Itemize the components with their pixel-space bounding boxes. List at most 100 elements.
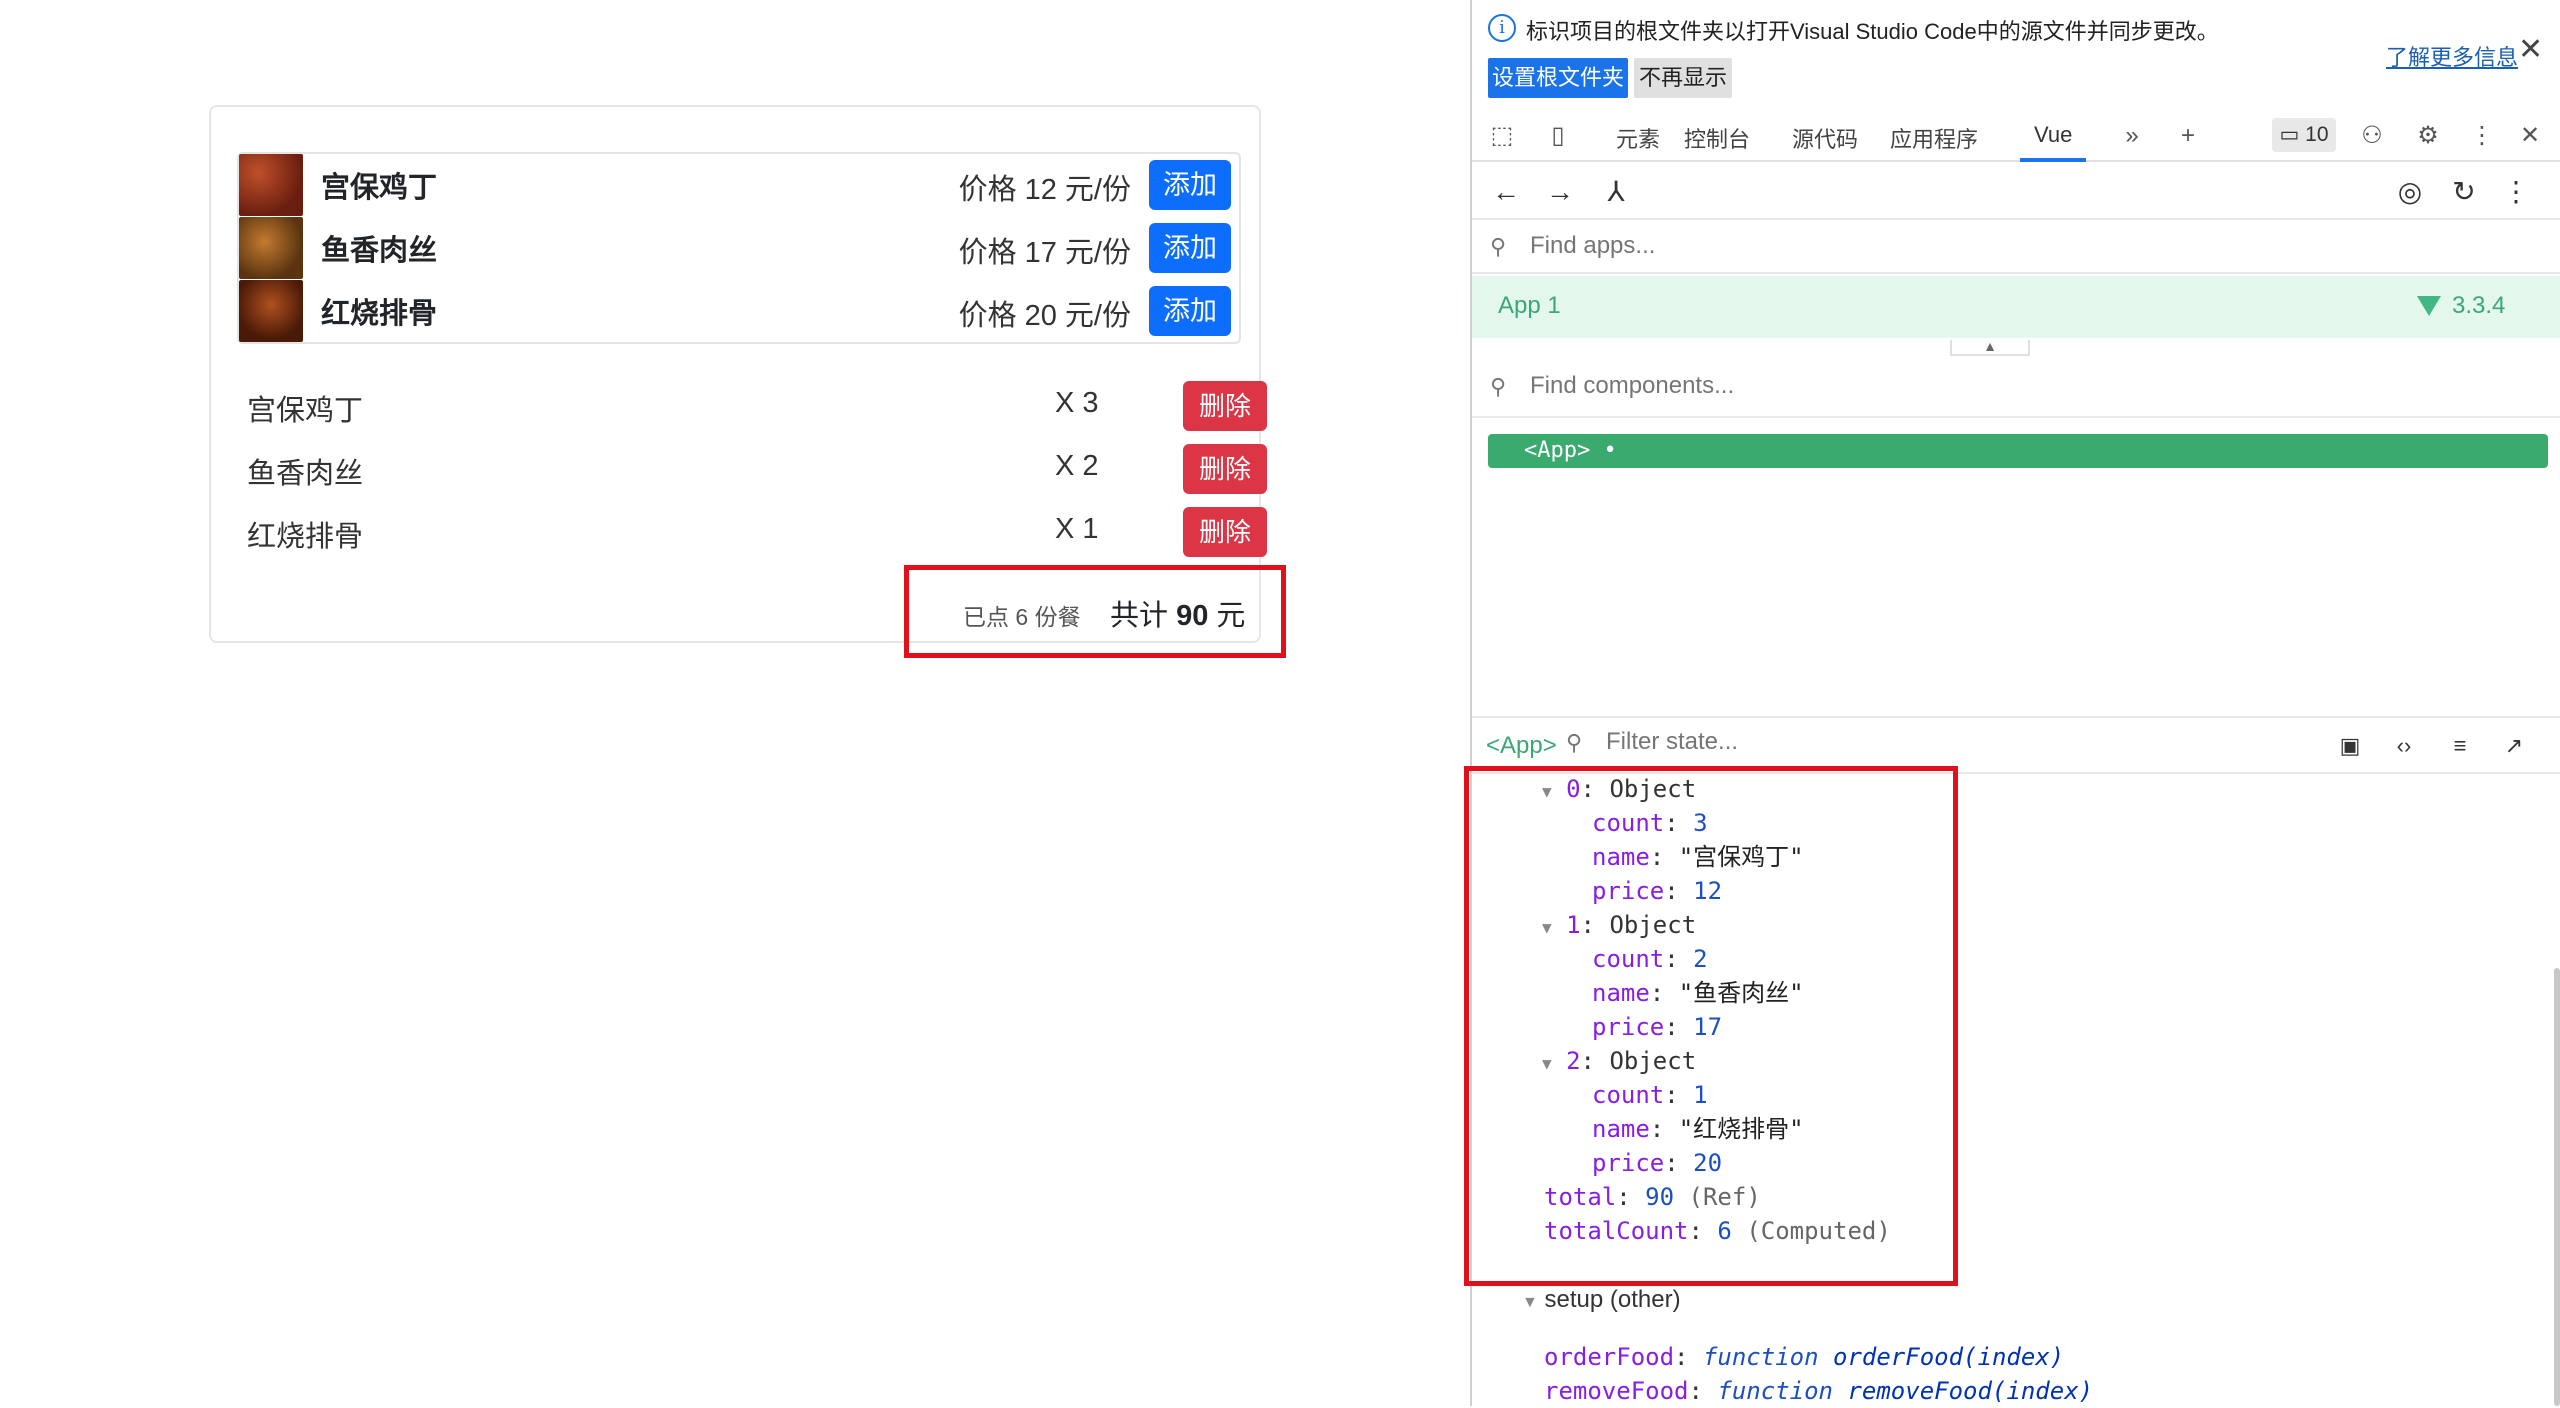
function-signature: orderFood(index) [1833, 1343, 2065, 1371]
close-devtools-icon[interactable]: ✕ [2514, 120, 2546, 152]
order-count: X 2 [1055, 450, 1099, 482]
food-price: 价格 12 元/份 [958, 174, 1131, 206]
setup-label: setup (other) [1544, 1286, 1681, 1313]
total-prefix: 共计 [1110, 600, 1169, 632]
devtools-tabbar: ⬚ ▯ 元素 控制台 源代码 应用程序 Vue » + ▭ 10 ⚇ ⚙ ⋮ ✕ [1472, 110, 2560, 162]
state-scrollbar[interactable] [2554, 968, 2560, 1406]
selected-component-name: <App> [1486, 732, 1557, 759]
order-count: X 3 [1055, 387, 1099, 419]
function-keyword: function [1702, 1343, 1819, 1371]
filter-state-input[interactable] [1606, 728, 2106, 756]
order-total: 共计 90 元 [1110, 592, 1245, 634]
inspect-element-icon[interactable]: ⬚ [1486, 120, 1518, 152]
vue-version: 3.3.4 [2452, 292, 2506, 319]
collapse-handle[interactable]: ▲ [1950, 339, 2030, 356]
vue-logo-icon [2417, 296, 2441, 316]
state-row: orderFood: function orderFood(index) [1544, 1343, 2065, 1371]
connections-icon[interactable]: ⚇ [2356, 120, 2388, 152]
order-name: 鱼香肉丝 [247, 458, 364, 490]
food-price: 价格 17 元/份 [958, 237, 1131, 269]
learn-more-link[interactable]: 了解更多信息 [2386, 40, 2518, 72]
active-tab-indicator [2020, 158, 2086, 162]
app-name: App 1 [1498, 292, 1561, 319]
ordered-count: 已点 6 份餐 [963, 604, 1081, 630]
app-page: 宫保鸡丁 价格 12 元/份 添加 鱼香肉丝 价格 17 元/份 添加 红烧排骨… [0, 0, 1470, 1406]
total-unit: 元 [1216, 600, 1246, 632]
order-row: 鱼香肉丝 X 2 删除 [247, 438, 1267, 500]
issues-badge[interactable]: ▭ 10 [2272, 118, 2336, 152]
menu-item: 红烧排骨 价格 20 元/份 添加 [239, 280, 1239, 342]
state-key: orderFood [1544, 1343, 1675, 1371]
delete-button[interactable]: 删除 [1183, 444, 1267, 494]
set-root-folder-button[interactable]: 设置根文件夹 [1488, 58, 1628, 98]
state-row: removeFood: function removeFood(index) [1544, 1377, 2094, 1405]
food-name: 鱼香肉丝 [321, 235, 438, 267]
component-node-app[interactable]: <App> • [1488, 434, 2548, 468]
search-icon: ⚲ [1490, 234, 1507, 259]
delete-button[interactable]: 删除 [1183, 507, 1267, 557]
food-name: 宫保鸡丁 [321, 172, 438, 204]
add-tab-icon[interactable]: + [2172, 120, 2204, 152]
back-arrow-icon[interactable]: ← [1488, 174, 1524, 210]
screenshot-icon[interactable]: ▣ [2334, 730, 2366, 762]
refresh-icon[interactable]: ↻ [2446, 174, 2482, 210]
more-tabs-icon[interactable]: » [2116, 120, 2148, 152]
list-icon[interactable]: ≡ [2444, 730, 2476, 762]
order-row: 红烧排骨 X 1 删除 [247, 501, 1267, 563]
search-icon: ⚲ [1490, 374, 1507, 399]
menu-item: 鱼香肉丝 价格 17 元/份 添加 [239, 217, 1239, 279]
search-icon: ⚲ [1566, 730, 1583, 755]
component-tree-icon[interactable]: ⅄ [1598, 174, 1634, 210]
function-signature: removeFood(index) [1847, 1377, 2094, 1405]
device-toolbar-icon[interactable]: ▯ [1542, 120, 1574, 152]
open-external-icon[interactable]: ↗ [2498, 730, 2530, 762]
find-apps-bar: ⚲ [1472, 222, 2560, 274]
menu-item: 宫保鸡丁 价格 12 元/份 添加 [239, 154, 1239, 216]
function-keyword: function [1717, 1377, 1833, 1405]
code-icon[interactable]: ‹› [2388, 730, 2420, 762]
add-button[interactable]: 添加 [1149, 223, 1231, 273]
more-options-icon[interactable]: ⋮ [2466, 120, 2498, 152]
find-components-bar: ⚲ [1472, 362, 2560, 418]
info-icon: i [1488, 14, 1516, 42]
selected-component-tag: <App> [1486, 732, 1557, 760]
food-price: 价格 20 元/份 [958, 300, 1131, 332]
dont-show-again-button[interactable]: 不再显示 [1634, 58, 1732, 98]
order-row: 宫保鸡丁 X 3 删除 [247, 375, 1267, 437]
find-components-input[interactable] [1530, 372, 2130, 400]
state-highlight-box [1464, 766, 1958, 1286]
app-row[interactable]: App 1 3.3.4 [1472, 276, 2560, 338]
food-name: 红烧排骨 [321, 298, 438, 330]
forward-arrow-icon[interactable]: → [1542, 174, 1578, 210]
node-dot: • [1603, 438, 1617, 463]
close-icon[interactable]: ✕ [2518, 32, 2543, 67]
state-key: removeFood [1544, 1377, 1689, 1405]
gear-icon[interactable]: ⚙ [2412, 120, 2444, 152]
tab-application[interactable]: 应用程序 [1890, 122, 1978, 154]
vue-more-icon[interactable]: ⋮ [2498, 174, 2534, 210]
food-image [239, 280, 303, 342]
add-button[interactable]: 添加 [1149, 160, 1231, 210]
add-button[interactable]: 添加 [1149, 286, 1231, 336]
vue-toolbar: ← → ⅄ ◎ ↻ ⋮ [1472, 164, 2560, 220]
tab-sources[interactable]: 源代码 [1792, 122, 1858, 154]
target-icon[interactable]: ◎ [2392, 174, 2428, 210]
component-node-label: <App> [1524, 438, 1591, 463]
setup-section[interactable]: ▼ setup (other) [1522, 1286, 1681, 1314]
order-summary-highlight: 已点 6 份餐 共计 90 元 [904, 565, 1286, 658]
food-image [239, 154, 303, 216]
order-count: X 1 [1055, 513, 1099, 545]
order-name: 红烧排骨 [247, 521, 364, 553]
menu-list: 宫保鸡丁 价格 12 元/份 添加 鱼香肉丝 价格 17 元/份 添加 红烧排骨… [237, 152, 1241, 344]
order-card: 宫保鸡丁 价格 12 元/份 添加 鱼香肉丝 价格 17 元/份 添加 红烧排骨… [209, 105, 1267, 643]
info-bar: i 标识项目的根文件夹以打开Visual Studio Code中的源文件并同步… [1472, 0, 2560, 104]
find-apps-input[interactable] [1530, 232, 2130, 260]
issues-count: 10 [2305, 123, 2329, 146]
tab-vue[interactable]: Vue [2034, 122, 2072, 148]
food-image [239, 217, 303, 279]
info-text: 标识项目的根文件夹以打开Visual Studio Code中的源文件并同步更改… [1526, 19, 2219, 44]
delete-button[interactable]: 删除 [1183, 381, 1267, 431]
expand-triangle-icon[interactable]: ▼ [1522, 1294, 1538, 1311]
tab-console[interactable]: 控制台 [1684, 122, 1750, 154]
tab-elements[interactable]: 元素 [1616, 122, 1660, 154]
